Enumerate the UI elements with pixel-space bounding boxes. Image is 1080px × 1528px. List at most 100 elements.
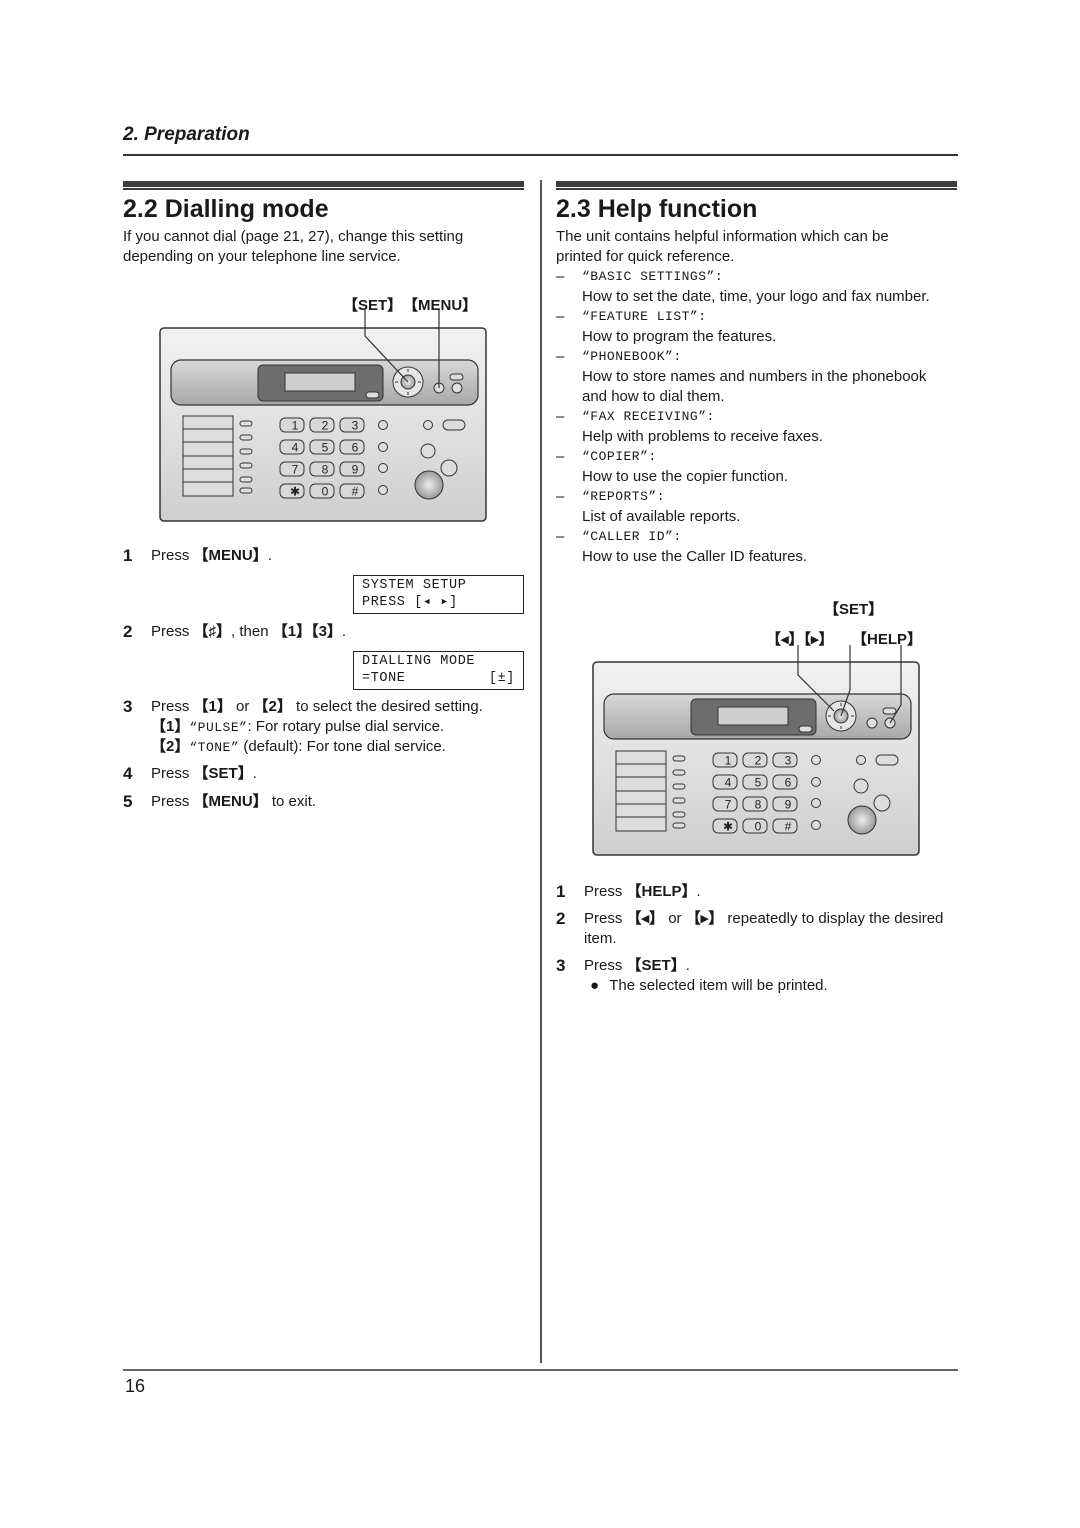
callout-set: 【SET】: [824, 601, 884, 618]
dash-marker: –: [556, 268, 565, 285]
step-text: Press: [151, 765, 194, 782]
keypad-key-label: 0: [322, 485, 329, 499]
step-text: or: [664, 910, 686, 927]
keypad-key-label: 9: [352, 463, 359, 477]
bullet-text: The selected item will be printed.: [609, 977, 828, 994]
lcd-line: =TONE: [362, 671, 406, 686]
header-rule: [123, 154, 958, 156]
step-text: .: [696, 883, 701, 900]
help-item-desc: How to program the features.: [582, 328, 777, 345]
keypad-key-label: 9: [785, 798, 792, 812]
step-number: 1: [556, 882, 566, 901]
keypad-key-label: 2: [755, 754, 762, 768]
dash-marker: –: [556, 348, 565, 365]
section-rule-left: [123, 181, 524, 188]
help-item-name: “PHONEBOOK”:: [582, 349, 682, 364]
one-touch-panel: [615, 750, 667, 832]
step-text: , then: [231, 623, 273, 640]
key-label: 【◂】: [626, 910, 665, 927]
dash-marker: –: [556, 448, 565, 465]
key-label: 【1】: [151, 718, 190, 735]
lcd-line: SYSTEM SETUP: [362, 578, 467, 593]
fax-device-illustration: 1 2 3 4 5 6 7 8 9 ✱ 0 #: [592, 645, 920, 856]
step-number: 5: [123, 792, 133, 811]
section-header: 2. Preparation: [123, 124, 250, 145]
keypad-key-label: ✱: [723, 820, 733, 834]
step-text: Press: [584, 910, 627, 927]
option-value: “PULSE”: [189, 720, 248, 735]
step-number: 2: [556, 909, 566, 928]
keypad-key-label: #: [352, 485, 359, 499]
help-function-title: 2.3 Help function: [556, 195, 758, 223]
key-label: 【HELP】: [626, 883, 697, 900]
intro-line: depending on your telephone line service…: [123, 248, 401, 265]
key-label: 【♯】: [193, 623, 232, 640]
dialling-option-pulse: 【1】“PULSE”: For rotary pulse dial servic…: [151, 717, 444, 738]
page-number: 16: [125, 1376, 146, 1396]
lcd-line: [±]: [488, 671, 515, 686]
keypad-key-label: 5: [322, 441, 329, 455]
help-item-desc: How to set the date, time, your logo and…: [582, 288, 930, 305]
dialling-mode-intro: If you cannot dial (page 21, 27), change…: [123, 227, 463, 267]
keypad-key-label: 1: [725, 754, 732, 768]
help-item-name: “FEATURE LIST”:: [582, 309, 707, 324]
key-label: 【1】: [193, 698, 232, 715]
step-text: or: [231, 698, 254, 715]
keypad-key-label: 4: [292, 441, 299, 455]
help-item-desc: and how to dial them.: [582, 388, 725, 405]
help-item-name: “CALLER ID”:: [582, 529, 682, 544]
keypad-key-label: 8: [755, 798, 762, 812]
step-text: .: [341, 623, 347, 640]
bullet-icon: ●: [590, 977, 600, 994]
step-number: 2: [123, 622, 133, 641]
lcd-display-dialling-mode: DIALLING MODE =TONE [±]: [353, 651, 524, 690]
help-item: – “PHONEBOOK”: How to store names and numb…: [556, 347, 966, 407]
key-label: 【MENU】: [193, 793, 268, 810]
help-item-desc: How to use the Caller ID features.: [582, 548, 808, 565]
help-item: – “FAX RECEIVING”: Help with problems to r…: [556, 407, 966, 447]
help-item-desc: How to use the copier function.: [582, 468, 788, 485]
step-text: item.: [584, 930, 617, 947]
key-label: 【SET】: [626, 957, 686, 974]
step-text: .: [252, 765, 257, 782]
help-bullet: ● The selected item will be printed.: [590, 976, 828, 996]
step-text: to exit.: [267, 793, 317, 810]
step-text: .: [267, 547, 272, 564]
keypad-key-label: 2: [322, 419, 329, 433]
lcd-line: DIALLING MODE: [362, 654, 476, 669]
step-text: repeatedly to display the desired: [723, 910, 944, 927]
dash-marker: –: [556, 408, 565, 425]
help-item: – “COPIER”: How to use the copier function…: [556, 447, 966, 487]
help-item: – “BASIC SETTINGS”: How to set the date, t…: [556, 267, 966, 307]
step-text: Press: [151, 793, 194, 810]
section-rule-right: [556, 181, 957, 188]
keypad-key-label: 6: [785, 776, 792, 790]
key-label: 【▸】: [685, 910, 724, 927]
dialling-option-tone: 【2】“TONE” (default): For tone dial servi…: [151, 737, 446, 758]
keypad-key-label: 6: [352, 441, 359, 455]
intro-line: The unit contains helpful information wh…: [556, 228, 889, 245]
help-item-name: “REPORTS”:: [582, 489, 666, 504]
option-desc: : For rotary pulse dial service.: [247, 718, 445, 735]
help-items-list: – “BASIC SETTINGS”: How to set the date, t…: [556, 267, 966, 567]
help-function-intro: The unit contains helpful information wh…: [556, 227, 889, 267]
lcd-line: PRESS [◂ ▸]: [362, 595, 458, 610]
dash-marker: –: [556, 308, 565, 325]
keypad-key-label: 7: [292, 463, 299, 477]
step-text: Press: [151, 623, 194, 640]
step-text: to select the desired setting.: [291, 698, 483, 715]
keypad-key-label: 8: [322, 463, 329, 477]
intro-line: printed for quick reference.: [556, 248, 735, 265]
help-item-name: “FAX RECEIVING”:: [582, 409, 715, 424]
keypad-key-label: 3: [352, 419, 359, 433]
help-item: – “REPORTS”: List of available reports.: [556, 487, 966, 527]
help-item-desc: List of available reports.: [582, 508, 741, 525]
keypad-key-label: 0: [755, 820, 762, 834]
keypad-key-label: 4: [725, 776, 732, 790]
key-label: 【2】: [253, 698, 292, 715]
key-label: 【2】: [151, 738, 190, 755]
dash-marker: –: [556, 488, 565, 505]
step-text: Press: [584, 883, 627, 900]
step-number: 4: [123, 764, 133, 783]
help-item-desc: Help with problems to receive faxes.: [582, 428, 823, 445]
